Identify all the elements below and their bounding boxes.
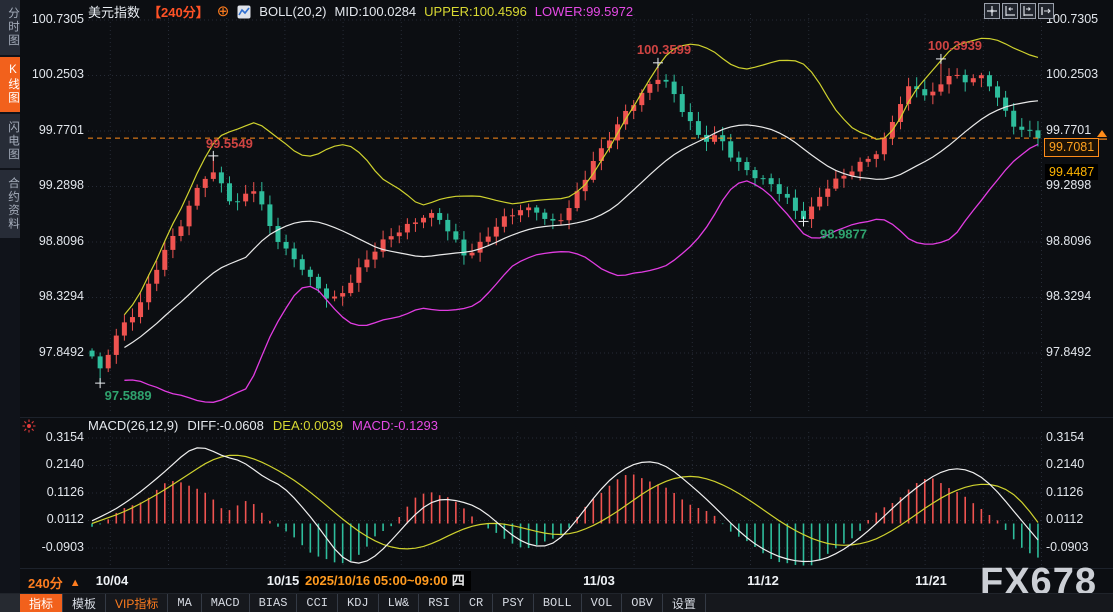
chart-tool-buttons: [984, 3, 1054, 19]
macd-tick-right: 0.0112: [1046, 512, 1108, 526]
last-price-box: 99.7081: [1044, 138, 1099, 157]
toolbar-item-obv[interactable]: OBV: [622, 594, 663, 612]
crosshair-icon[interactable]: [984, 3, 1000, 19]
price-tick-right: 97.8492: [1046, 345, 1108, 359]
toolbar-item-cr[interactable]: CR: [460, 594, 493, 612]
toolbar-item-boll[interactable]: BOLL: [534, 594, 582, 612]
boll-lower-value: LOWER:99.5972: [535, 4, 633, 19]
toolbar-item-bias[interactable]: BIAS: [250, 594, 298, 612]
toolbar-item-ma[interactable]: MA: [168, 594, 201, 612]
toolbar-item-vip-indicator[interactable]: VIP指标: [106, 594, 168, 612]
zoom-in-icon[interactable]: [1020, 3, 1036, 19]
price-tick-right: 99.2898: [1046, 178, 1108, 192]
price-tick-left: 99.7701: [20, 123, 84, 137]
svg-text:97.5889: 97.5889: [105, 388, 152, 403]
settle-price-box: 99.4487: [1045, 164, 1098, 180]
svg-text:100.3599: 100.3599: [637, 42, 691, 57]
macd-tick-left: 0.1126: [20, 485, 84, 499]
price-tick-right: 98.8096: [1046, 234, 1108, 248]
time-axis-divider: [20, 568, 1113, 569]
price-tick-left: 98.8096: [20, 234, 84, 248]
macd-tick-right: -0.0903: [1046, 540, 1108, 554]
toolbar-item-indicator[interactable]: 指标: [20, 594, 63, 612]
price-tick-left: 100.7305: [20, 12, 84, 26]
price-tick-left: 100.2503: [20, 67, 84, 81]
toolbar-item-cci[interactable]: CCI: [297, 594, 338, 612]
svg-text:100.3939: 100.3939: [928, 38, 982, 53]
macd-tick-right: 0.2140: [1046, 457, 1108, 471]
macd-params-label: MACD(26,12,9): [88, 418, 178, 433]
sidebar-item-timeshare-chart[interactable]: 分时图: [0, 0, 20, 55]
bar-time-tooltip: 2025/10/16 05:00~09:00四: [299, 571, 471, 591]
price-tick-left: 97.8492: [20, 345, 84, 359]
trading-app-window: 97.5889 99.5549 100.3599 98.9877 100.3939 分时…: [0, 0, 1113, 612]
symbol-title: 美元指数: [88, 2, 140, 21]
sidebar: 分时图 K线图 闪电图 合约资料: [0, 0, 20, 593]
add-indicator-icon[interactable]: ⊕: [217, 5, 230, 19]
price-tick-right: 100.7305: [1046, 12, 1108, 26]
chart-header: 美元指数 【240分】 ⊕ BOLL(20,2) MID:100.0284 UP…: [88, 3, 633, 20]
macd-tick-right: 0.1126: [1046, 485, 1108, 499]
svg-text:98.9877: 98.9877: [820, 226, 867, 241]
macd-diff-value: DIFF:-0.0608: [187, 418, 264, 433]
macd-tick-left: 0.0112: [20, 512, 84, 526]
sidebar-item-kline-chart[interactable]: K线图: [0, 57, 20, 112]
price-tick-right: 100.2503: [1046, 67, 1108, 81]
chart-canvas[interactable]: 97.5889 99.5549 100.3599 98.9877 100.3939: [0, 0, 1113, 612]
period-label: 240分: [28, 573, 63, 592]
macd-header: MACD(26,12,9) DIFF:-0.0608 DEA:0.0039 MA…: [88, 418, 438, 433]
boll-mid-value: MID:100.0284: [335, 4, 417, 19]
period-dropdown-arrow-icon[interactable]: ▲: [70, 577, 81, 589]
macd-tick-right: 0.3154: [1046, 430, 1108, 444]
svg-text:99.5549: 99.5549: [206, 136, 253, 151]
indicator-alert-icon[interactable]: [22, 419, 36, 438]
price-tick-right: 98.3294: [1046, 289, 1108, 303]
price-tick-left: 99.2898: [20, 178, 84, 192]
macd-hist-value: MACD:-0.1293: [352, 418, 438, 433]
sidebar-item-lightning-chart[interactable]: 闪电图: [0, 114, 20, 169]
period-badge: 【240分】: [148, 2, 209, 21]
toolbar-item-lw[interactable]: LW&: [379, 594, 420, 612]
date-tick: 11/12: [741, 573, 785, 588]
toolbar-item-template[interactable]: 模板: [63, 594, 106, 612]
toolbar-item-rsi[interactable]: RSI: [419, 594, 460, 612]
toolbar-corner: [0, 594, 20, 612]
weekday-label: 四: [452, 573, 465, 588]
date-tick: 11/03: [577, 573, 621, 588]
pan-right-icon[interactable]: [1038, 3, 1054, 19]
toolbar-item-settings[interactable]: 设置: [663, 594, 706, 612]
boll-params-label: BOLL(20,2): [259, 4, 326, 19]
mini-chart-icon: [237, 5, 251, 19]
toolbar-item-vol[interactable]: VOL: [582, 594, 623, 612]
boll-upper-value: UPPER:100.4596: [424, 4, 527, 19]
macd-tick-left: -0.0903: [20, 540, 84, 554]
macd-tick-left: 0.2140: [20, 457, 84, 471]
zoom-out-icon[interactable]: [1002, 3, 1018, 19]
indicator-toolbar: 指标 模板 VIP指标 MA MACD BIAS CCI KDJ LW& RSI…: [0, 593, 1113, 612]
macd-dea-value: DEA:0.0039: [273, 418, 343, 433]
sidebar-item-contract-info[interactable]: 合约资料: [0, 170, 20, 238]
toolbar-item-kdj[interactable]: KDJ: [338, 594, 379, 612]
period-selector: 240分 ▲: [28, 573, 81, 592]
toolbar-item-psy[interactable]: PSY: [493, 594, 534, 612]
toolbar-item-macd[interactable]: MACD: [202, 594, 250, 612]
date-tick: 10/04: [90, 573, 134, 588]
date-tick: 11/21: [909, 573, 953, 588]
price-tick-left: 98.3294: [20, 289, 84, 303]
